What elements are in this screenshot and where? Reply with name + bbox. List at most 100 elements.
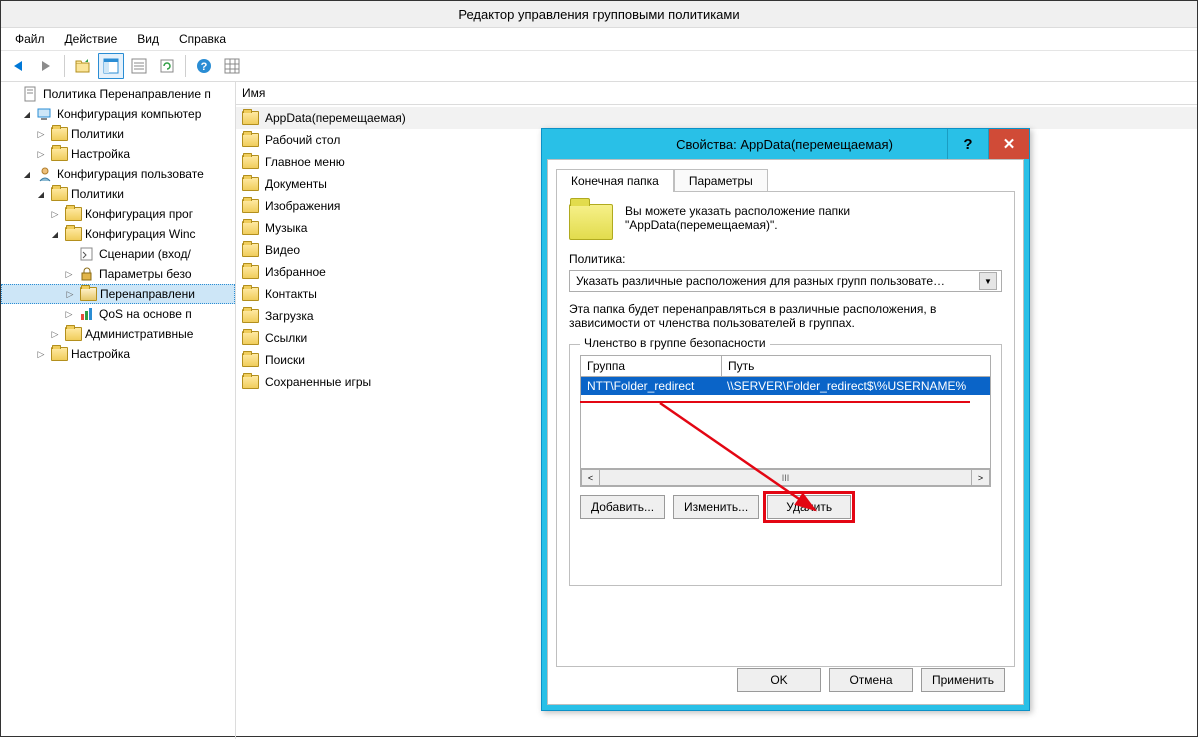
- tree-uc-pref[interactable]: Настройка: [1, 344, 235, 364]
- scroll-right-button[interactable]: >: [971, 469, 990, 486]
- expand-closed-icon[interactable]: [35, 349, 47, 360]
- expand-open-icon[interactable]: [49, 230, 61, 239]
- folder-icon: [65, 206, 81, 222]
- tree-user-config[interactable]: Конфигурация пользовате: [1, 164, 235, 184]
- tree-cc-policies[interactable]: Политики: [1, 124, 235, 144]
- user-icon: [37, 166, 53, 182]
- cancel-button[interactable]: Отмена: [829, 668, 913, 692]
- tree-label: Политика Перенаправление п: [43, 87, 211, 101]
- lock-icon: [79, 266, 95, 282]
- cell-group: NTT\Folder_redirect: [581, 377, 721, 395]
- add-button[interactable]: Добавить...: [580, 495, 665, 519]
- tree-label: Конфигурация пользовате: [57, 167, 204, 181]
- tree-uc-softcfg[interactable]: Конфигурация прог: [1, 204, 235, 224]
- list-header[interactable]: Имя: [236, 82, 1197, 105]
- list-item-label: Избранное: [265, 265, 326, 279]
- expand-closed-icon[interactable]: [35, 149, 47, 160]
- tree-computer-config[interactable]: Конфигурация компьютер: [1, 104, 235, 124]
- folder-icon: [51, 146, 67, 162]
- tab-target[interactable]: Конечная папка: [556, 169, 674, 192]
- policy-combo[interactable]: Указать различные расположения для разны…: [569, 270, 1002, 292]
- horizontal-scrollbar[interactable]: < III >: [581, 468, 990, 486]
- edit-button[interactable]: Изменить...: [673, 495, 759, 519]
- info-text: Вы можете указать расположение папки "Ap…: [625, 204, 850, 232]
- back-button[interactable]: [5, 53, 31, 79]
- toggle-tree-button[interactable]: [98, 53, 124, 79]
- folder-icon: [65, 226, 81, 242]
- col-path[interactable]: Путь: [722, 356, 990, 376]
- info-line: "AppData(перемещаемая)".: [625, 218, 850, 232]
- expand-closed-icon[interactable]: [49, 209, 61, 220]
- expand-open-icon[interactable]: [35, 190, 47, 199]
- tab-settings[interactable]: Параметры: [674, 169, 768, 192]
- scroll-track[interactable]: III: [600, 469, 971, 486]
- forward-arrow-icon: [42, 61, 50, 71]
- list-item[interactable]: AppData(перемещаемая): [236, 107, 1197, 129]
- details-button[interactable]: [126, 53, 152, 79]
- tree-uc-policies[interactable]: Политики: [1, 184, 235, 204]
- svg-text:?: ?: [201, 61, 208, 73]
- menubar: Файл Действие Вид Справка: [1, 28, 1197, 51]
- extra-button[interactable]: [219, 53, 245, 79]
- tree-uc-wincfg[interactable]: Конфигурация Winc: [1, 224, 235, 244]
- expand-closed-icon[interactable]: [63, 309, 75, 320]
- table-row[interactable]: NTT\Folder_redirect \\SERVER\Folder_redi…: [581, 377, 990, 395]
- tree-folder-redirection[interactable]: Перенаправлени: [1, 284, 235, 304]
- tree-cc-pref[interactable]: Настройка: [1, 144, 235, 164]
- tab-panel: Вы можете указать расположение папки "Ap…: [556, 191, 1015, 667]
- list-item-label: Контакты: [265, 287, 317, 301]
- scroll-left-button[interactable]: <: [581, 469, 600, 486]
- info-line: Вы можете указать расположение папки: [625, 204, 850, 218]
- folder-icon: [242, 199, 259, 213]
- expand-closed-icon[interactable]: [64, 289, 76, 300]
- remove-button[interactable]: Удалить: [767, 495, 851, 519]
- refresh-button[interactable]: [154, 53, 180, 79]
- dialog-titlebar[interactable]: Свойства: AppData(перемещаемая) ? ✕: [542, 129, 1029, 159]
- tree-scripts[interactable]: Сценарии (вход/: [1, 244, 235, 264]
- scripts-icon: [79, 246, 95, 262]
- expand-closed-icon[interactable]: [49, 329, 61, 340]
- table-header[interactable]: Группа Путь: [581, 356, 990, 377]
- menu-help[interactable]: Справка: [169, 30, 236, 48]
- col-group[interactable]: Группа: [581, 356, 722, 376]
- tree-admin-templates[interactable]: Административные: [1, 324, 235, 344]
- list-item-label: AppData(перемещаемая): [265, 111, 406, 125]
- tree-qos[interactable]: QoS на основе п: [1, 304, 235, 324]
- help-button[interactable]: ?: [947, 129, 988, 159]
- folder-icon: [242, 155, 259, 169]
- folder-up-button[interactable]: [70, 53, 96, 79]
- tree-label: Сценарии (вход/: [99, 247, 191, 261]
- button-label: OK: [770, 673, 787, 687]
- expand-closed-icon[interactable]: [35, 129, 47, 140]
- refresh-icon: [159, 58, 175, 74]
- chevron-down-icon: [979, 272, 997, 290]
- expand-open-icon[interactable]: [21, 170, 33, 179]
- tree-label: Параметры безо: [99, 267, 192, 281]
- apply-button[interactable]: Применить: [921, 668, 1005, 692]
- layout-icon: [103, 58, 119, 74]
- forward-button[interactable]: [33, 53, 59, 79]
- policy-combo-value: Указать различные расположения для разны…: [576, 274, 979, 288]
- menu-view[interactable]: Вид: [127, 30, 169, 48]
- separator-icon: [64, 55, 65, 77]
- expand-closed-icon[interactable]: [63, 269, 75, 280]
- properties-dialog: Свойства: AppData(перемещаемая) ? ✕ Коне…: [541, 128, 1030, 711]
- tree-security[interactable]: Параметры безо: [1, 264, 235, 284]
- ok-button[interactable]: OK: [737, 668, 821, 692]
- tree-label: QoS на основе п: [99, 307, 192, 321]
- close-button[interactable]: ✕: [988, 129, 1029, 159]
- tree-root[interactable]: Политика Перенаправление п: [1, 84, 235, 104]
- list-item-label: Сохраненные игры: [265, 375, 371, 389]
- menu-action[interactable]: Действие: [55, 30, 128, 48]
- tree-label: Политики: [71, 127, 124, 141]
- expand-open-icon[interactable]: [21, 110, 33, 119]
- help-button[interactable]: ?: [191, 53, 217, 79]
- membership-table: Группа Путь NTT\Folder_redirect \\SERVER…: [580, 355, 991, 487]
- menu-file[interactable]: Файл: [5, 30, 55, 48]
- tree-label: Конфигурация компьютер: [57, 107, 201, 121]
- qos-icon: [79, 306, 95, 322]
- folder-icon: [242, 309, 259, 323]
- dialog-button-row: OK Отмена Применить: [737, 668, 1005, 692]
- folder-icon: [242, 111, 259, 125]
- policy-label: Политика:: [569, 252, 1002, 266]
